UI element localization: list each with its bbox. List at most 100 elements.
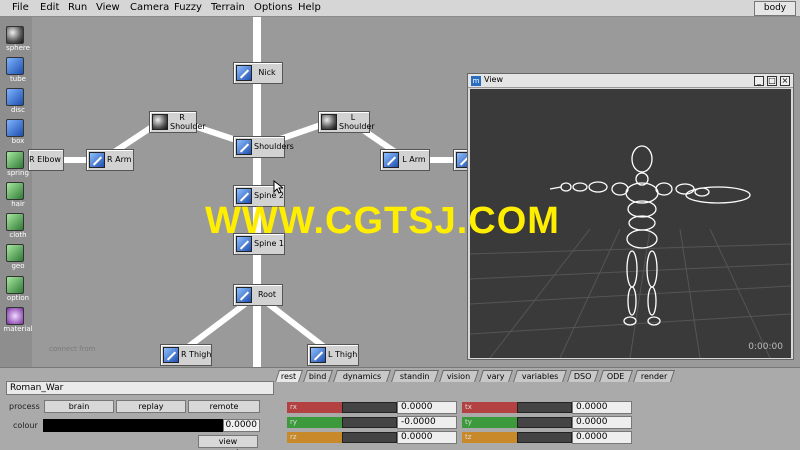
view-geometry-button[interactable]: view geometry (198, 435, 258, 450)
remote-button[interactable]: remote (188, 400, 260, 413)
node-r-elbow[interactable]: R Elbow (28, 149, 64, 171)
ty-label: ty (462, 417, 517, 428)
tool-material[interactable]: material (2, 306, 33, 337)
tool-hair[interactable]: hair (2, 181, 30, 212)
app-window: File Edit Run View Camera Fuzzy Terrain … (0, 0, 800, 450)
ry-label: ry (287, 417, 342, 428)
cursor-icon (273, 180, 283, 194)
node-l-thigh[interactable]: L Thigh (307, 344, 359, 366)
ty-value[interactable]: 0.0000 (572, 416, 632, 429)
menu-run[interactable]: Run (68, 2, 87, 13)
tx-slider[interactable] (517, 402, 572, 413)
bone-icon (310, 347, 326, 363)
node-r-arm[interactable]: R Arm (86, 149, 134, 171)
tool-label: disc (11, 106, 25, 114)
tab-ode[interactable]: ODE (599, 370, 633, 382)
menu-view[interactable]: View (96, 2, 120, 13)
tube-icon (6, 57, 24, 75)
tool-label: cloth (9, 231, 27, 239)
tz-slider[interactable] (517, 432, 572, 443)
tz-label: tz (462, 432, 517, 443)
tool-label: geo (11, 262, 25, 270)
node-root[interactable]: Root (233, 284, 283, 306)
tool-spring[interactable]: spring (2, 150, 30, 181)
view-title: View (484, 75, 503, 84)
tx-label: tx (462, 402, 517, 413)
cloth-icon (6, 213, 24, 231)
watermark: WWW.CGTSJ.COM (205, 200, 560, 242)
colour-value[interactable]: 0.0000 (223, 419, 260, 432)
tab-dynamics[interactable]: dynamics (333, 370, 391, 382)
menu-file[interactable]: File (12, 2, 29, 13)
ry-value[interactable]: -0.0000 (397, 416, 457, 429)
tab-variables[interactable]: variables (513, 370, 567, 382)
bone-icon (383, 152, 399, 168)
disc-icon (6, 88, 24, 106)
tool-option[interactable]: option (2, 275, 30, 306)
material-icon (6, 307, 24, 325)
rz-slider[interactable] (342, 432, 397, 443)
sphere-icon (6, 26, 24, 44)
ty-slider[interactable] (517, 417, 572, 428)
tz-value[interactable]: 0.0000 (572, 431, 632, 444)
process-label: process (9, 402, 40, 411)
colour-slider[interactable] (43, 419, 223, 432)
tab-standin[interactable]: standin (391, 370, 439, 382)
menu-camera[interactable]: Camera (130, 2, 169, 13)
brain-button[interactable]: brain (44, 400, 114, 413)
maximize-icon[interactable]: □ (767, 76, 777, 86)
close-icon[interactable]: × (780, 76, 790, 86)
replay-button[interactable]: replay (116, 400, 186, 413)
tx-value[interactable]: 0.0000 (572, 401, 632, 414)
tool-label: option (6, 294, 30, 302)
hair-icon (6, 182, 24, 200)
menu-options[interactable]: Options (254, 2, 293, 13)
node-r-thigh[interactable]: R Thigh (160, 344, 212, 366)
tab-rest[interactable]: rest (275, 370, 303, 382)
colour-label: colour (13, 421, 38, 430)
node-l-arm[interactable]: L Arm (380, 149, 430, 171)
menu-help[interactable]: Help (298, 2, 321, 13)
tab-render[interactable]: render (633, 370, 675, 382)
bone-icon (236, 65, 252, 81)
menu-fuzzy[interactable]: Fuzzy (174, 2, 202, 13)
tool-disc[interactable]: disc (2, 87, 30, 118)
body-button[interactable]: body (754, 1, 796, 16)
rz-value[interactable]: 0.0000 (397, 431, 457, 444)
tab-bind[interactable]: bind (303, 370, 333, 382)
sphere-icon (152, 114, 168, 130)
tool-box[interactable]: box (2, 118, 30, 149)
tool-geo[interactable]: geo (2, 243, 30, 274)
timecode: 0:00:00 (748, 342, 783, 352)
spring-icon (6, 151, 24, 169)
rx-slider[interactable] (342, 402, 397, 413)
tab-dso[interactable]: DSO (567, 370, 599, 382)
node-name-field[interactable]: Roman_War (6, 381, 274, 395)
node-r-shoulder[interactable]: R Shoulder (149, 111, 206, 133)
view-titlebar[interactable]: m View _ □ × (468, 74, 793, 88)
tool-tube[interactable]: tube (2, 56, 30, 87)
menu-terrain[interactable]: Terrain (211, 2, 245, 13)
tool-label: sphere (6, 44, 30, 52)
minimize-icon[interactable]: _ (754, 76, 764, 86)
tool-sphere[interactable]: sphere (2, 25, 30, 56)
node-l-shoulder[interactable]: L Shoulder (318, 111, 375, 133)
geo-icon (6, 244, 24, 262)
node-shoulders[interactable]: Shoulders (233, 136, 294, 158)
tool-label: tube (10, 75, 26, 83)
bone-icon (163, 347, 179, 363)
node-nick[interactable]: Nick (233, 62, 283, 84)
ry-slider[interactable] (342, 417, 397, 428)
properties-panel: Roman_War process brain replay remote co… (0, 367, 800, 450)
connect-hint: connect from (49, 345, 96, 353)
tab-vary[interactable]: vary (479, 370, 513, 382)
rx-value[interactable]: 0.0000 (397, 401, 457, 414)
tool-cloth[interactable]: cloth (2, 212, 30, 243)
toolbox: sphere tube disc box spring hair cloth g… (0, 17, 33, 367)
tool-label: box (11, 137, 25, 145)
menu-edit[interactable]: Edit (40, 2, 59, 13)
rz-label: rz (287, 432, 342, 443)
tab-vision[interactable]: vision (439, 370, 479, 382)
tool-label: material (3, 325, 33, 333)
bone-icon (236, 139, 252, 155)
